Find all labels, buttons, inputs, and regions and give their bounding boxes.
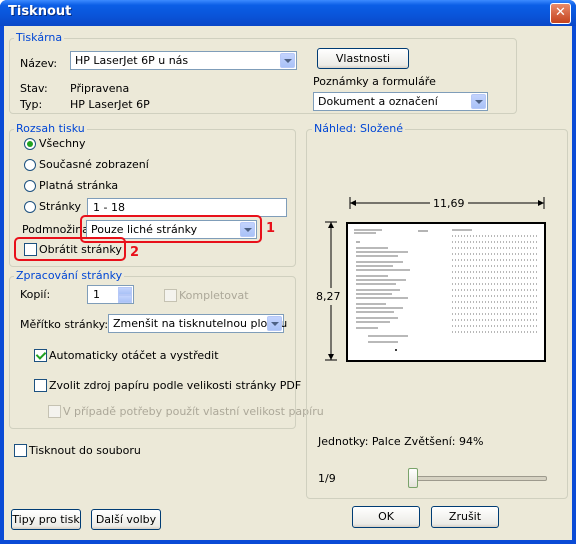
- type-value: HP LaserJet 6P: [70, 98, 150, 111]
- cancel-button[interactable]: Zrušit: [431, 506, 499, 528]
- printer-name-select[interactable]: HP LaserJet 6P u nás: [70, 51, 297, 70]
- radio-current-view[interactable]: [24, 159, 36, 171]
- scaling-label: Měřítko stránky:: [20, 318, 109, 331]
- radio-current-page-label[interactable]: Platná stránka: [39, 179, 118, 192]
- title-bar[interactable]: Tisknout ✕: [0, 0, 576, 26]
- radio-all[interactable]: [24, 138, 36, 150]
- more-options-button[interactable]: Další volby: [91, 509, 161, 530]
- auto-rotate-checkbox[interactable]: [34, 349, 47, 362]
- slider-track: [408, 476, 547, 481]
- ok-button[interactable]: OK: [352, 506, 420, 528]
- highlight-reverse: [14, 237, 126, 261]
- copies-stepper[interactable]: 1: [87, 285, 134, 304]
- printer-group-legend: Tiskárna: [14, 31, 65, 44]
- radio-pages-label[interactable]: Stránky: [39, 200, 81, 213]
- print-tips-button[interactable]: Tipy pro tisk: [11, 509, 81, 530]
- print-dialog-window: Tisknout ✕ Tiskárna Název: HP LaserJet 6…: [0, 0, 576, 544]
- spin-up-icon[interactable]: [118, 287, 132, 295]
- chevron-down-icon[interactable]: [267, 316, 282, 331]
- radio-current-view-label[interactable]: Současné zobrazení: [39, 158, 149, 171]
- paper-source-checkbox[interactable]: [34, 379, 47, 392]
- printer-name-label: Název:: [20, 57, 58, 70]
- status-value: Připravena: [70, 82, 130, 95]
- collate-label: Kompletovat: [179, 289, 249, 302]
- preview-units-zoom: Jednotky: Palce Zvětšení: 94%: [318, 435, 484, 448]
- preview-page-content: [354, 229, 538, 351]
- notes-select[interactable]: Dokument a označení: [313, 92, 488, 111]
- status-label: Stav:: [20, 82, 48, 95]
- annotation-number-2: 2: [130, 245, 140, 260]
- preview-legend: Náhled: Složené: [312, 122, 405, 135]
- preview-height-label: 8,27: [316, 288, 341, 305]
- properties-button[interactable]: Vlastnosti: [317, 48, 409, 69]
- preview-page: [346, 222, 546, 362]
- window-title: Tisknout: [8, 4, 72, 19]
- preview-width-label: 11,69: [430, 197, 468, 210]
- scaling-value: Zmenšit na tisknutelnou plochu: [113, 317, 288, 330]
- preview-page-slider[interactable]: [408, 468, 547, 488]
- collate-checkbox[interactable]: [164, 289, 177, 302]
- annotation-number-1: 1: [266, 221, 276, 236]
- radio-current-page[interactable]: [24, 180, 36, 192]
- type-label: Typ:: [20, 98, 43, 111]
- print-to-file-checkbox[interactable]: [14, 444, 27, 457]
- radio-pages[interactable]: [24, 201, 36, 213]
- dialog-client-area: Tiskárna Název: HP LaserJet 6P u nás Vla…: [4, 26, 572, 540]
- scaling-select[interactable]: Zmenšit na tisknutelnou plochu: [108, 314, 288, 333]
- print-range-legend: Rozsah tisku: [14, 122, 87, 135]
- pages-input-value: 1 - 18: [93, 201, 125, 214]
- custom-paper-size-label: V případě potřeby použít vlastní velikos…: [63, 405, 324, 418]
- slider-thumb[interactable]: [408, 468, 418, 488]
- preview-page-counter: 1/9: [318, 472, 336, 485]
- print-to-file-label[interactable]: Tisknout do souboru: [29, 444, 141, 457]
- copies-label: Kopií:: [20, 288, 51, 301]
- chevron-down-icon[interactable]: [280, 53, 295, 68]
- paper-source-label[interactable]: Zvolit zdroj papíru podle velikosti strá…: [49, 379, 301, 392]
- spin-down-icon[interactable]: [118, 295, 132, 303]
- notes-label: Poznámky a formuláře: [313, 75, 436, 88]
- printer-name-value: HP LaserJet 6P u nás: [75, 54, 189, 67]
- notes-value: Dokument a označení: [318, 95, 438, 108]
- custom-paper-size-checkbox[interactable]: [48, 405, 61, 418]
- page-handling-legend: Zpracování stránky: [14, 269, 125, 282]
- close-button[interactable]: ✕: [550, 3, 571, 24]
- copies-value: 1: [93, 288, 100, 301]
- auto-rotate-label[interactable]: Automaticky otáčet a vystředit: [49, 349, 219, 362]
- chevron-down-icon[interactable]: [471, 94, 486, 109]
- radio-all-label[interactable]: Všechny: [39, 137, 86, 150]
